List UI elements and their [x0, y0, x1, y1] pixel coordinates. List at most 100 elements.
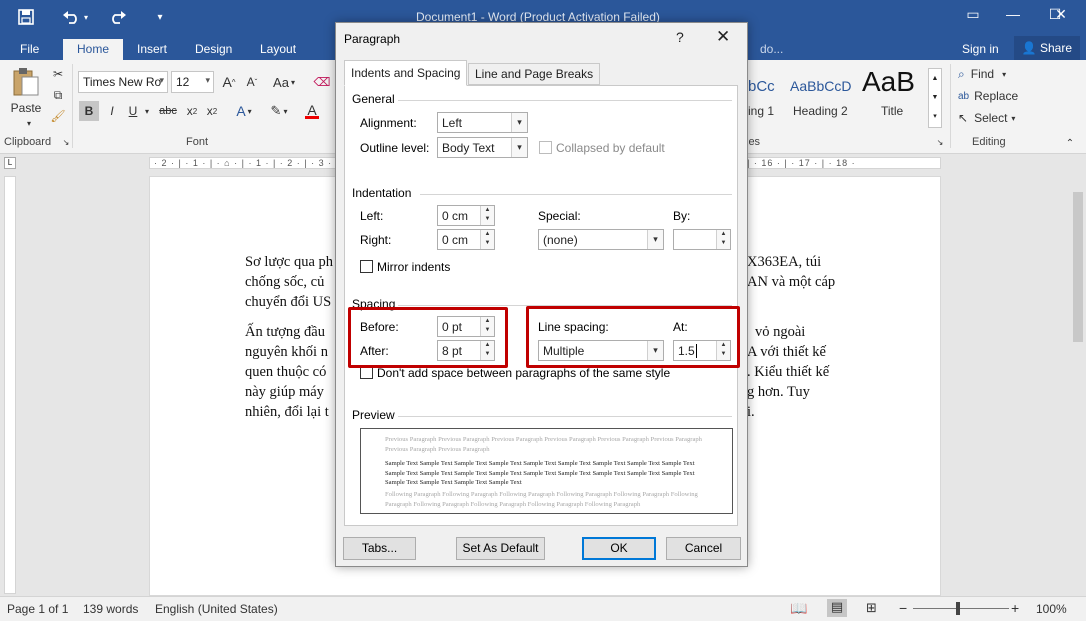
underline-button[interactable]: U — [124, 101, 142, 121]
shrink-font-button[interactable]: Aˇ — [243, 72, 261, 92]
copy-icon[interactable]: ⧉ — [50, 87, 66, 103]
print-layout-icon[interactable]: ▤ — [827, 599, 847, 617]
tab-line-and-page-breaks[interactable]: Line and Page Breaks — [468, 63, 601, 85]
special-label: Special: — [538, 209, 581, 223]
paste-icon[interactable] — [8, 66, 44, 98]
chevron-down-icon: ▾ — [159, 75, 164, 85]
grow-font-label: A — [222, 74, 232, 90]
paste-dropdown-icon[interactable]: ▾ — [24, 118, 34, 128]
language-indicator[interactable]: English (United States) — [155, 602, 278, 616]
spinner-arrows-icon[interactable]: ▲ ▼ — [716, 230, 730, 249]
paste-button[interactable]: Paste — [6, 100, 46, 116]
zoom-out-button[interactable]: − — [899, 600, 907, 616]
tabs-button[interactable]: Tabs... — [343, 537, 416, 560]
tab-layout[interactable]: Layout — [252, 39, 304, 60]
bold-button[interactable]: B — [79, 101, 99, 121]
vertical-ruler[interactable] — [4, 176, 16, 594]
font-size-box[interactable]: 12 ▾ — [171, 71, 214, 93]
ok-button[interactable]: OK — [582, 537, 656, 560]
alignment-select[interactable]: Left ▾ — [437, 112, 528, 133]
preview-previous-text: Previous Paragraph Previous Paragraph Pr… — [385, 436, 702, 453]
collapse-ribbon-icon[interactable]: ⌃ — [1064, 138, 1076, 149]
set-as-default-button[interactable]: Set As Default — [456, 537, 545, 560]
font-name-value: Times New Ro — [83, 75, 162, 89]
scrollbar-thumb[interactable] — [1073, 192, 1083, 342]
font-name-box[interactable]: Times New Ro ▾ — [78, 71, 168, 93]
doc-line-right: A với thiết kế — [747, 344, 826, 360]
tab-file[interactable]: File — [12, 39, 47, 60]
web-layout-icon[interactable]: ⊞ — [866, 600, 877, 616]
replace-button[interactable]: ab Replace — [958, 87, 1038, 105]
tell-me-search[interactable]: do... — [752, 39, 791, 60]
select-button[interactable]: ↖ Select ▾ — [958, 109, 1038, 127]
tab-selector-icon[interactable]: L — [4, 157, 16, 169]
redo-icon[interactable] — [104, 6, 130, 28]
style-heading-1-sample[interactable]: bCc — [748, 78, 775, 95]
help-button[interactable]: ? — [676, 29, 684, 45]
format-painter-icon[interactable]: 🖌 — [50, 108, 66, 124]
read-mode-icon[interactable]: 📖 — [790, 600, 807, 617]
replace-label: Replace — [974, 89, 1019, 103]
strikethrough-button[interactable]: abc — [157, 101, 179, 121]
sign-in-link[interactable]: Sign in — [954, 39, 1007, 60]
close-icon[interactable]: ✕ — [1046, 6, 1076, 28]
style-heading-2-sample[interactable]: AaBbCcD — [790, 78, 851, 94]
tab-home[interactable]: Home — [63, 39, 123, 60]
highlight-button[interactable]: ✎ ▾ — [265, 101, 293, 121]
find-button[interactable]: ⌕ Find ▾ — [958, 65, 1038, 83]
font-color-button[interactable]: A — [298, 101, 326, 121]
undo-icon[interactable]: ▾ — [58, 6, 92, 28]
scroll-down-icon[interactable]: ▼ — [929, 88, 941, 107]
scroll-up-icon[interactable]: ▲ — [929, 69, 941, 88]
styles-launcher-icon[interactable]: ↘ — [936, 138, 944, 147]
highlight-before-after — [348, 307, 508, 368]
collapsed-checkbox[interactable] — [539, 141, 552, 154]
zoom-in-button[interactable]: + — [1011, 600, 1019, 616]
doc-line-left: Sơ lược qua ph — [245, 254, 334, 270]
dialog-title: Paragraph — [344, 32, 401, 46]
styles-scroll[interactable]: ▲ ▼ ▾ — [928, 68, 942, 128]
editing-group-label: Editing — [972, 136, 1006, 148]
page-count[interactable]: Page 1 of 1 — [7, 602, 68, 616]
text-effects-button[interactable]: A ▾ — [230, 101, 258, 121]
clipboard-launcher-icon[interactable]: ↘ — [62, 138, 70, 147]
tab-design[interactable]: Design — [187, 39, 240, 60]
collapsed-label: Collapsed by default — [556, 141, 665, 155]
cut-icon[interactable]: ✂ — [50, 66, 66, 82]
spinner-arrows-icon[interactable]: ▲ ▼ — [480, 206, 494, 225]
mirror-indents-checkbox[interactable] — [360, 260, 373, 273]
minimize-icon[interactable]: — — [998, 6, 1028, 28]
cancel-button[interactable]: Cancel — [666, 537, 741, 560]
italic-button[interactable]: I — [103, 101, 121, 121]
by-spinner[interactable]: ▲ ▼ — [673, 229, 731, 250]
zoom-slider-thumb[interactable] — [956, 602, 960, 615]
save-icon[interactable] — [14, 6, 38, 28]
chevron-down-icon: ▾ — [647, 230, 663, 249]
zoom-slider-track[interactable] — [913, 608, 1009, 609]
subscript-button[interactable]: x2 — [184, 101, 200, 121]
doc-line-left: nhiên, đổi lại t — [245, 404, 329, 420]
close-icon[interactable]: ✕ — [716, 27, 730, 47]
share-button[interactable]: 👤 Share — [1013, 36, 1080, 60]
customize-qat-icon[interactable]: ▾ — [150, 6, 170, 28]
grow-font-button[interactable]: A ^ — [220, 72, 238, 92]
superscript-button[interactable]: x2 — [204, 101, 220, 121]
tab-indents-and-spacing[interactable]: Indents and Spacing — [344, 60, 468, 86]
outline-level-label: Outline level: — [360, 141, 430, 155]
indent-left-spinner[interactable]: 0 cm ▲ ▼ — [437, 205, 495, 226]
underline-dropdown-icon[interactable]: ▾ — [142, 101, 152, 121]
tab-insert[interactable]: Insert — [129, 39, 175, 60]
doc-line-left: này giúp máy — [245, 384, 324, 400]
special-select[interactable]: (none) ▾ — [538, 229, 664, 250]
restore-ribbon-icon[interactable]: ▭ — [958, 6, 988, 28]
outline-level-select[interactable]: Body Text ▾ — [437, 137, 528, 158]
vertical-scrollbar[interactable] — [1070, 172, 1086, 596]
spinner-arrows-icon[interactable]: ▲ ▼ — [480, 230, 494, 249]
more-styles-icon[interactable]: ▾ — [929, 107, 941, 126]
style-title-sample[interactable]: AaB — [862, 66, 915, 98]
change-case-button[interactable]: Aa ▾ — [270, 72, 298, 92]
zoom-level[interactable]: 100% — [1036, 602, 1067, 616]
indent-right-spinner[interactable]: 0 cm ▲ ▼ — [437, 229, 495, 250]
word-count[interactable]: 139 words — [83, 602, 138, 616]
clear-formatting-icon[interactable]: ⌫ — [312, 72, 332, 92]
